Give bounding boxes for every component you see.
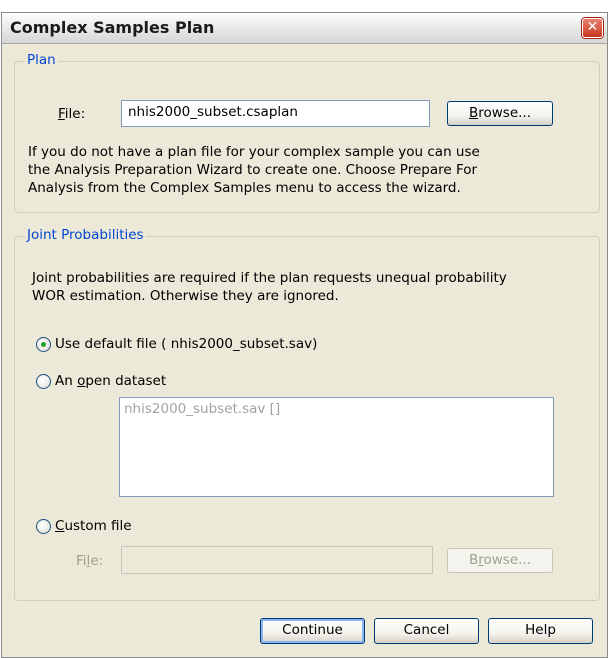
open-dataset-list[interactable]: nhis2000_subset.sav [] <box>119 397 554 497</box>
help-button[interactable]: Help <box>488 618 593 644</box>
custom-file-radio[interactable] <box>36 519 51 534</box>
dataset-list-item[interactable]: nhis2000_subset.sav [] <box>124 401 549 417</box>
use-default-file-label[interactable]: Use default file ( nhis2000_subset.sav) <box>55 336 317 352</box>
use-default-file-radio[interactable] <box>36 337 51 352</box>
open-dataset-radio[interactable] <box>36 374 51 389</box>
continue-button[interactable]: Continue <box>260 618 365 644</box>
plan-info-text: If you do not have a plan file for your … <box>28 144 480 196</box>
custom-file-field-label: File: <box>76 553 104 569</box>
close-icon[interactable]: ✕ <box>582 18 603 38</box>
title-bar[interactable]: Complex Samples Plan ✕ <box>2 13 607 44</box>
open-dataset-label[interactable]: An open dataset <box>55 373 166 389</box>
dialog-title: Complex Samples Plan <box>10 18 215 37</box>
custom-file-label[interactable]: Custom file <box>55 518 132 534</box>
custom-file-input[interactable] <box>121 546 433 574</box>
plan-file-input[interactable]: nhis2000_subset.csaplan <box>121 100 430 127</box>
plan-group-legend: Plan <box>25 52 58 68</box>
joint-group-legend: Joint Probabilities <box>25 227 146 243</box>
joint-info-text: Joint probabilities are required if the … <box>32 270 507 304</box>
custom-browse-button[interactable]: Browse... <box>447 548 553 573</box>
plan-file-label: File: <box>58 106 86 122</box>
plan-browse-button[interactable]: Browse... <box>447 101 553 126</box>
dialog-window: Complex Samples Plan ✕ Plan File: nhis20… <box>1 12 608 658</box>
cancel-button[interactable]: Cancel <box>374 618 479 644</box>
